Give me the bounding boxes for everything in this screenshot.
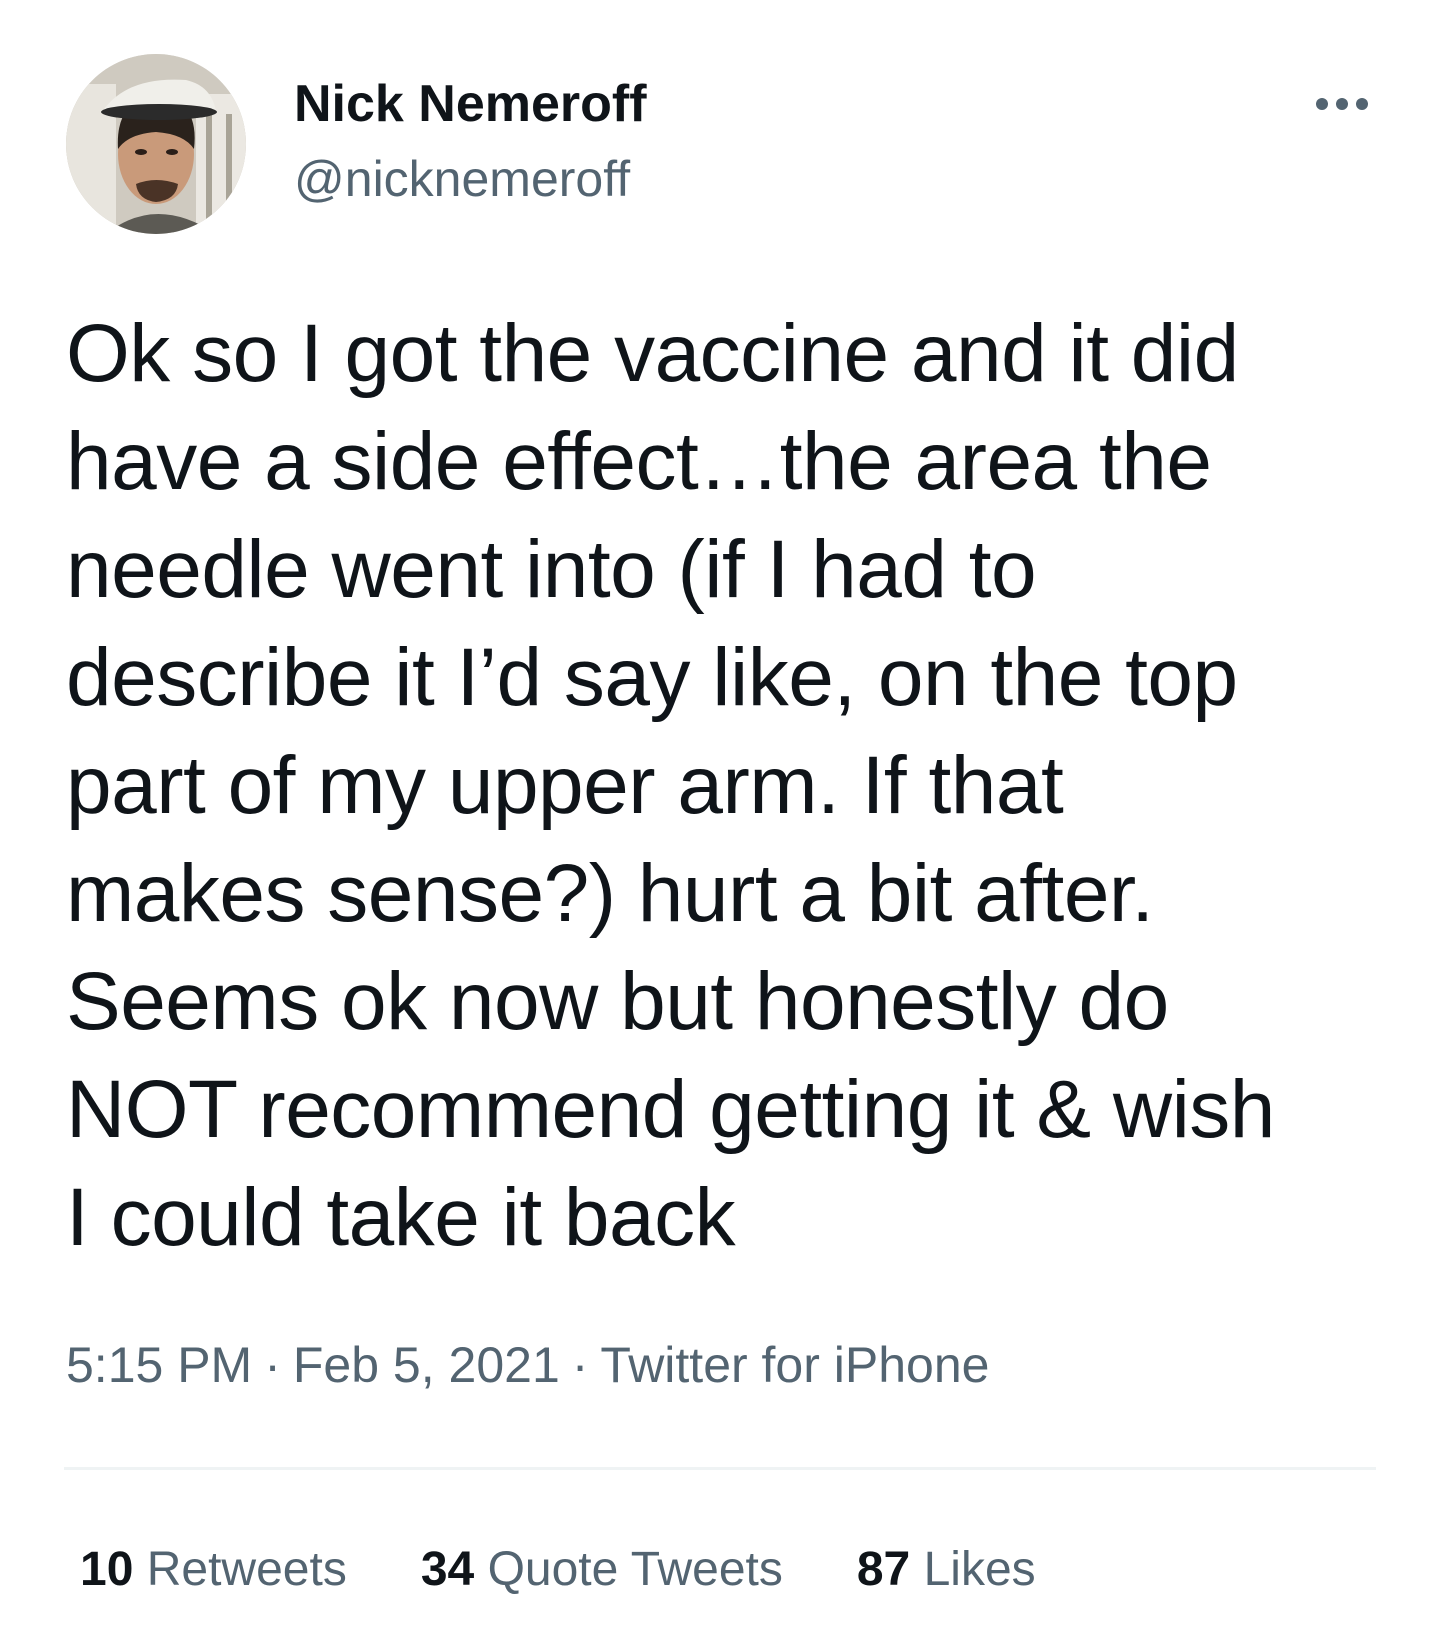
quote-tweets-label: Quote Tweets xyxy=(487,1543,783,1596)
avatar[interactable] xyxy=(66,54,246,234)
tweet-meta: 5:15 PM · Feb 5, 2021 · Twitter for iPhone xyxy=(66,1334,989,1396)
author-name[interactable]: Nick Nemeroff xyxy=(294,72,647,136)
quote-tweets-stat[interactable]: 34 Quote Tweets xyxy=(421,1540,783,1600)
retweets-count: 10 xyxy=(80,1543,134,1596)
more-options-button[interactable] xyxy=(1310,84,1374,124)
retweets-label: Retweets xyxy=(146,1543,347,1596)
retweets-stat[interactable]: 10 Retweets xyxy=(80,1540,347,1600)
tweet-card: Nick Nemeroff @nicknemeroff Ok so I got … xyxy=(0,0,1440,1635)
likes-count: 87 xyxy=(856,1543,911,1596)
author-handle[interactable]: @nicknemeroff xyxy=(294,148,630,210)
profile-photo xyxy=(66,54,246,234)
tweet-time[interactable]: 5:15 PM xyxy=(66,1337,252,1393)
quote-tweets-count: 34 xyxy=(420,1543,475,1596)
meta-separator: · xyxy=(264,1337,281,1393)
tweet-text: Ok so I got the vaccine and it did have … xyxy=(66,308,1275,1263)
tweet-source[interactable]: Twitter for iPhone xyxy=(600,1337,989,1393)
tweet-date[interactable]: Feb 5, 2021 xyxy=(293,1337,560,1393)
likes-stat[interactable]: 87 Likes xyxy=(857,1540,1036,1600)
meta-separator: · xyxy=(571,1337,589,1393)
more-horizontal-icon xyxy=(1316,98,1368,110)
divider xyxy=(64,1467,1376,1470)
engagement-stats: 10 Retweets 34 Quote Tweets 87 Likes xyxy=(80,1540,1036,1600)
likes-label: Likes xyxy=(923,1543,1036,1596)
